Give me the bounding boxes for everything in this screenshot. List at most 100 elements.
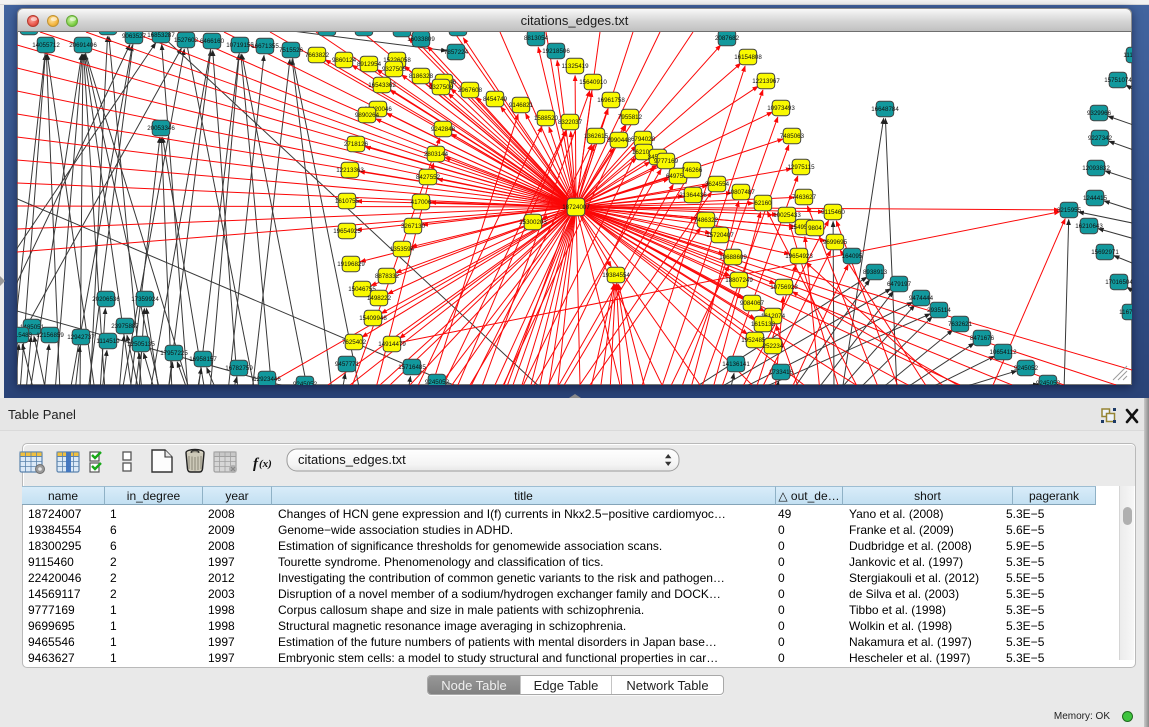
svg-text:9084067: 9084067 — [740, 300, 765, 307]
svg-text:14136141: 14136141 — [722, 361, 750, 368]
svg-text:9146821: 9146821 — [509, 102, 534, 109]
svg-text:1244415: 1244415 — [1083, 195, 1108, 202]
svg-text:19654925: 19654925 — [333, 228, 361, 235]
svg-text:16154808: 16154808 — [734, 54, 762, 61]
svg-text:23975887: 23975887 — [111, 323, 139, 330]
svg-text:14055712: 14055712 — [32, 42, 60, 49]
svg-text:9777169: 9777169 — [654, 158, 679, 165]
svg-text:8912954: 8912954 — [357, 61, 382, 68]
svg-text:9327505: 9327505 — [382, 66, 407, 73]
svg-text:16543362: 16543362 — [368, 82, 396, 89]
svg-text:10688609: 10688609 — [719, 254, 747, 261]
svg-text:15720407: 15720407 — [706, 232, 734, 239]
svg-text:19654923: 19654923 — [785, 253, 813, 260]
svg-text:15692971: 15692971 — [1091, 249, 1119, 256]
svg-text:1610755: 1610755 — [335, 198, 360, 205]
svg-text:7515526: 7515526 — [279, 47, 304, 54]
svg-text:1527602: 1527602 — [174, 37, 199, 44]
svg-text:(x): (x) — [259, 458, 272, 470]
svg-text:19218506: 19218506 — [542, 48, 570, 55]
svg-text:2967608: 2967608 — [458, 87, 483, 94]
svg-text:12156859: 12156859 — [36, 332, 64, 339]
svg-text:1167533: 1167533 — [1119, 309, 1132, 316]
svg-text:12975115: 12975115 — [787, 164, 815, 171]
svg-text:17016504: 17016504 — [1105, 279, 1132, 286]
svg-text:6479197: 6479197 — [887, 281, 912, 288]
svg-text:2718126: 2718126 — [344, 141, 369, 148]
svg-text:1615132: 1615132 — [751, 321, 776, 328]
svg-text:16648784: 16648784 — [871, 106, 899, 113]
svg-text:citations_edges.txt: citations_edges.txt — [298, 452, 406, 467]
svg-text:9245052: 9245052 — [1036, 380, 1061, 385]
svg-text:19196829: 19196829 — [337, 261, 365, 268]
svg-text:10756928: 10756928 — [770, 284, 798, 291]
svg-text:746266: 746266 — [682, 167, 703, 174]
svg-text:6466160: 6466160 — [200, 38, 225, 45]
svg-text:15716485: 15716485 — [398, 364, 426, 371]
svg-text:1733416: 1733416 — [769, 369, 794, 376]
svg-text:16961758: 16961758 — [597, 97, 625, 104]
svg-text:7463627: 7463627 — [792, 194, 817, 201]
svg-text:14914479: 14914479 — [378, 341, 406, 348]
svg-text:9860124: 9860124 — [332, 57, 357, 64]
svg-text:9329966: 9329966 — [1087, 110, 1112, 117]
svg-text:7857224: 7857224 — [444, 49, 469, 56]
svg-text:3915483: 3915483 — [17, 332, 33, 339]
svg-text:8990448: 8990448 — [607, 137, 632, 144]
svg-text:3267130: 3267130 — [401, 223, 426, 230]
svg-text:7955812: 7955812 — [618, 114, 643, 121]
svg-text:8938913: 8938913 — [863, 269, 888, 276]
svg-text:8454749: 8454749 — [483, 96, 508, 103]
svg-text:9245052: 9245052 — [1014, 365, 1039, 372]
svg-text:8427552: 8427552 — [416, 174, 441, 181]
svg-text:10025433: 10025433 — [773, 212, 801, 219]
svg-text:8322037: 8322037 — [558, 119, 583, 126]
svg-text:9115460: 9115460 — [821, 209, 845, 216]
svg-text:18724007: 18724007 — [562, 204, 590, 211]
svg-text:12213363: 12213363 — [336, 167, 364, 174]
svg-text:8878332: 8878332 — [375, 273, 400, 280]
svg-text:1588520: 1588520 — [534, 115, 559, 122]
svg-text:7485063: 7485063 — [780, 133, 805, 140]
svg-text:3624554: 3624554 — [705, 181, 730, 188]
svg-text:8186328: 8186328 — [409, 73, 434, 80]
svg-text:9474444: 9474444 — [909, 295, 934, 302]
svg-text:9327508: 9327508 — [429, 84, 454, 91]
svg-text:9245052: 9245052 — [425, 379, 450, 385]
svg-text:20206536: 20206536 — [92, 296, 120, 303]
svg-text:1353594: 1353594 — [390, 246, 415, 253]
svg-text:1362615: 1362615 — [584, 133, 609, 140]
svg-text:2803144: 2803144 — [424, 151, 449, 158]
svg-text:9699695: 9699695 — [823, 239, 848, 246]
svg-text:12942737: 12942737 — [67, 334, 95, 341]
svg-text:3215955: 3215955 — [1057, 207, 1082, 214]
svg-text:17957225: 17957225 — [160, 350, 188, 357]
svg-text:18807249: 18807249 — [725, 277, 753, 284]
svg-text:10807487: 10807487 — [727, 189, 755, 196]
svg-text:16033809: 16033809 — [407, 36, 435, 43]
svg-text:16782759: 16782759 — [225, 365, 253, 372]
svg-text:12213967: 12213967 — [752, 78, 780, 85]
svg-text:21364436: 21364436 — [679, 192, 707, 199]
svg-text:9245052: 9245052 — [293, 381, 318, 385]
svg-text:15751074: 15751074 — [1104, 77, 1132, 84]
svg-text:62160: 62160 — [754, 200, 772, 207]
svg-text:9063527: 9063527 — [122, 33, 147, 40]
svg-text:16853287: 16853287 — [147, 32, 175, 39]
svg-text:25300203: 25300203 — [519, 219, 547, 226]
svg-text:12093832: 12093832 — [1082, 165, 1110, 172]
svg-text:9242848: 9242848 — [431, 126, 456, 133]
svg-text:164095: 164095 — [842, 253, 863, 260]
svg-text:9890264: 9890264 — [355, 112, 380, 119]
svg-text:16671355: 16671355 — [251, 43, 279, 50]
svg-text:1114519: 1114519 — [96, 338, 120, 345]
svg-text:15409948: 15409948 — [359, 315, 387, 322]
svg-text:11325419: 11325419 — [561, 63, 589, 70]
svg-text:1498222: 1498222 — [367, 295, 392, 302]
svg-text:20053346: 20053346 — [147, 125, 175, 132]
svg-text:16210643: 16210643 — [1075, 223, 1103, 230]
svg-text:7663822: 7663822 — [305, 52, 330, 59]
svg-text:1112033: 1112033 — [1123, 52, 1132, 59]
svg-text:7632621: 7632621 — [948, 321, 973, 328]
svg-text:2087682: 2087682 — [715, 35, 740, 42]
